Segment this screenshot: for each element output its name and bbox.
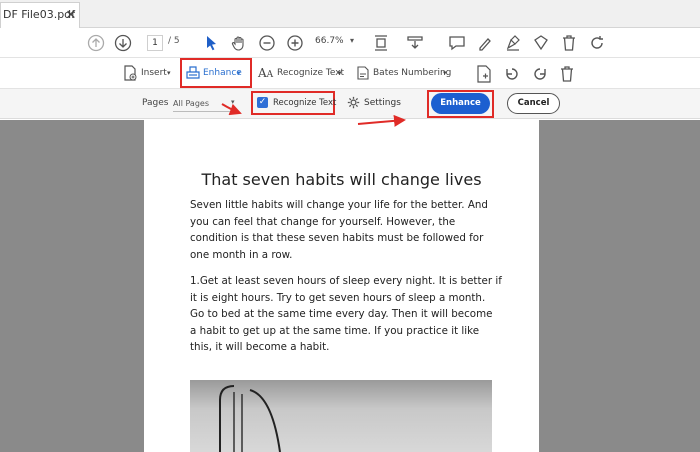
document-photo xyxy=(190,380,492,452)
chevron-down-icon: ▾ xyxy=(231,98,235,106)
undo-icon[interactable] xyxy=(502,64,522,84)
document-paragraph: Seven little habits will change your lif… xyxy=(190,199,488,261)
enhance-label: Enhance xyxy=(203,68,242,78)
chevron-down-icon: ▾ xyxy=(338,69,342,77)
recognize-text-checkbox[interactable]: ✓ xyxy=(257,97,268,108)
recognize-text-menu-label: Recognize Text xyxy=(277,68,345,78)
document-title: That seven habits will change lives xyxy=(201,170,482,189)
insert-page-icon xyxy=(124,65,137,81)
rotate-icon[interactable] xyxy=(587,33,607,53)
chevron-down-icon: ▾ xyxy=(237,69,241,77)
zoom-out-icon[interactable] xyxy=(257,33,277,53)
comment-icon[interactable] xyxy=(447,33,467,53)
delete-icon[interactable] xyxy=(557,64,577,84)
enhance-scan-icon xyxy=(186,66,200,79)
scroll-mode-icon[interactable] xyxy=(405,33,425,53)
page-settings-icon[interactable] xyxy=(474,64,494,84)
settings-button[interactable]: Settings xyxy=(364,98,401,108)
document-paragraph: 1.Get at least seven hours of sleep ever… xyxy=(190,275,502,353)
page-number-input[interactable]: 1 xyxy=(147,35,163,51)
bates-numbering-icon xyxy=(357,66,369,80)
zoom-in-icon[interactable] xyxy=(285,33,305,53)
enhance-button[interactable]: Enhance xyxy=(431,93,490,114)
chevron-down-icon: ▾ xyxy=(167,69,171,77)
highlight-pen-icon[interactable] xyxy=(475,33,495,53)
zoom-dropdown-icon[interactable]: ▾ xyxy=(350,36,354,45)
previous-page-icon[interactable] xyxy=(86,33,106,53)
cancel-button[interactable]: Cancel xyxy=(507,93,560,114)
insert-label: Insert xyxy=(141,68,167,78)
main-toolbar: 1 / 5 66.7% ▾ xyxy=(0,28,700,58)
close-icon[interactable]: ✕ xyxy=(64,9,78,23)
gear-icon[interactable] xyxy=(347,96,360,109)
zoom-level[interactable]: 66.7% xyxy=(315,36,344,46)
pages-select[interactable]: All Pages xyxy=(173,96,239,112)
stamp-icon[interactable] xyxy=(531,33,551,53)
next-page-icon[interactable] xyxy=(113,33,133,53)
text-aa-icon: AA xyxy=(258,66,274,80)
tab-bar: DF File03.pdf ✕ xyxy=(0,0,700,28)
hand-tool-icon[interactable] xyxy=(229,33,249,53)
chevron-down-icon: ▾ xyxy=(443,69,447,77)
enhance-toolbar: Insert ▾ Enhance ▾ AA Recognize Text ▾ B… xyxy=(0,58,700,89)
fill-sign-icon[interactable] xyxy=(503,33,523,53)
page-total: / 5 xyxy=(168,36,180,46)
redo-icon[interactable] xyxy=(530,64,550,84)
fit-page-icon[interactable] xyxy=(371,33,391,53)
pages-label: Pages xyxy=(142,98,169,108)
recognize-text-label: Recognize Text xyxy=(273,98,337,108)
select-cursor-icon[interactable] xyxy=(201,33,221,53)
photo-content xyxy=(219,385,281,452)
bates-numbering-label: Bates Numbering xyxy=(373,68,452,78)
delete-icon[interactable] xyxy=(559,33,579,53)
document-tab[interactable]: DF File03.pdf ✕ xyxy=(0,2,80,28)
